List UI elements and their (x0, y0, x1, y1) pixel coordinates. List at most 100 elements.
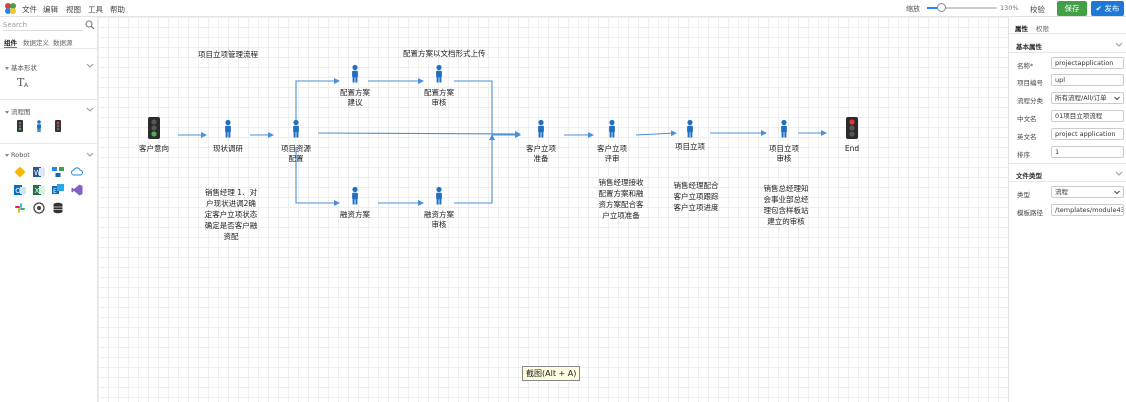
menu-file[interactable]: 文件 (22, 4, 37, 15)
chevron-down-icon[interactable] (86, 152, 94, 158)
chevron-down-icon[interactable] (1115, 42, 1123, 48)
search-icon[interactable] (85, 20, 95, 30)
divider (0, 143, 97, 144)
task-prep-person-icon[interactable] (538, 119, 544, 138)
task-approve-person-icon[interactable] (687, 119, 693, 138)
visual-studio-icon[interactable] (71, 184, 83, 196)
check-button[interactable]: 校验 (1030, 4, 1045, 15)
menu-tools[interactable]: 工具 (88, 4, 103, 15)
chevron-down-icon[interactable] (86, 63, 94, 69)
chevron-down-icon (1114, 96, 1120, 101)
svg-text:W: W (34, 169, 41, 177)
tab-data-source[interactable]: 数据源 (53, 37, 73, 47)
section-flowchart[interactable]: 流程图 (5, 106, 31, 116)
section-robot[interactable]: Robot (5, 151, 30, 159)
divider (0, 48, 97, 49)
node-label-prep: 客户立项 准备 (526, 144, 556, 163)
divider (1009, 52, 1126, 53)
zoom-slider[interactable] (927, 3, 997, 12)
save-button[interactable]: 保存 (1057, 1, 1087, 16)
save-button-label: 保存 (1064, 4, 1080, 13)
menu-edit[interactable]: 编辑 (43, 4, 58, 15)
code-field[interactable]: upl (1051, 74, 1124, 86)
divider (1009, 181, 1126, 182)
node-label-finance: 融资方案 (340, 210, 370, 219)
name-field[interactable]: projectapplication (1051, 57, 1124, 69)
tab-properties[interactable]: 属性 (1015, 23, 1028, 33)
end-node-traffic-light-red-icon[interactable] (846, 117, 858, 139)
connector[interactable] (295, 78, 340, 125)
connector[interactable] (454, 80, 521, 138)
database-icon[interactable] (52, 202, 64, 214)
divider (1009, 163, 1126, 164)
start-node-traffic-light-green-icon[interactable] (148, 117, 160, 139)
section-file-type[interactable]: 文件类型 (1016, 170, 1042, 180)
workflow-icon[interactable] (52, 166, 64, 178)
text-tool-icon[interactable]: T A (16, 75, 30, 89)
task-approve-review-person-icon[interactable] (781, 119, 787, 138)
section-basic-properties[interactable]: 基本属性 (1016, 41, 1042, 51)
type-value: 流程 (1055, 188, 1068, 196)
svg-text:A: A (24, 82, 29, 89)
outlook-icon[interactable]: O (14, 184, 26, 196)
publish-button-label: 发布 (1104, 4, 1120, 13)
node-label-evaluate: 客户立项 评审 (597, 144, 627, 163)
task-resource-person-icon[interactable] (293, 119, 299, 138)
template-field[interactable]: /templates/module43 (1051, 204, 1124, 216)
svg-text:E: E (53, 188, 57, 195)
tab-data-definition[interactable]: 数据定义 (23, 37, 49, 47)
search-input[interactable] (3, 19, 83, 31)
section-flowchart-label: 流程图 (11, 108, 31, 116)
task-evaluate-person-icon[interactable] (609, 119, 615, 138)
person-icon[interactable] (33, 120, 45, 132)
app-logo-icon (5, 3, 16, 14)
section-robot-label: Robot (11, 151, 30, 159)
upload-note: 配置方案以文档形式上传 (403, 49, 486, 58)
zoom-slider-thumb[interactable] (936, 3, 946, 12)
connector[interactable] (317, 130, 521, 137)
connector[interactable] (635, 130, 677, 137)
svg-text:X: X (35, 187, 40, 195)
chevron-down-icon[interactable] (1115, 171, 1123, 177)
slack-icon[interactable] (14, 202, 26, 214)
divider (1009, 33, 1126, 34)
task-config-suggest-person-icon[interactable] (352, 64, 358, 83)
type-label: 类型 (1017, 191, 1030, 199)
flow-canvas[interactable]: 项目立项管理流程 配置方案以文档形式上传 客户意向 现状调研 项目资源 配置 配… (98, 17, 1008, 402)
chevron-down-icon[interactable] (86, 107, 94, 113)
database-gear-icon[interactable] (33, 202, 45, 214)
node-label-config-suggest: 配置方案 建议 (340, 88, 370, 107)
node-label-end: End (844, 144, 860, 153)
category-select[interactable]: 所有流程/All/订单 (1051, 92, 1124, 104)
traffic-light-red-icon[interactable] (52, 120, 64, 132)
task-config-review-person-icon[interactable] (436, 64, 442, 83)
en-name-field[interactable]: project application (1051, 128, 1124, 140)
tab-components[interactable]: 组件 (4, 37, 17, 48)
tab-permissions[interactable]: 权限 (1036, 23, 1049, 33)
excel-icon[interactable]: X (33, 184, 45, 196)
code-label: 项目编号 (1017, 79, 1043, 87)
divider (0, 99, 97, 100)
menu-help[interactable]: 帮助 (110, 4, 125, 15)
menu-view[interactable]: 视图 (66, 4, 81, 15)
task-finance-review-person-icon[interactable] (436, 186, 442, 205)
publish-button[interactable]: ✔ 发布 (1091, 1, 1124, 16)
section-basic-shapes[interactable]: 基本形状 (5, 62, 37, 72)
component-panel: 组件 数据定义 数据源 基本形状 T A 流程图 Robot W O X E (0, 17, 98, 402)
diamond-icon[interactable] (14, 166, 26, 178)
task-research-person-icon[interactable] (225, 119, 231, 138)
order-field[interactable]: 1 (1051, 146, 1124, 158)
task-finance-person-icon[interactable] (352, 186, 358, 205)
word-icon[interactable]: W (33, 166, 45, 178)
flow-title: 项目立项管理流程 (198, 50, 258, 59)
note-general-manager: 销售总经理知 会事业部总经 理包含样板站 建立的审核 (763, 184, 809, 226)
type-select[interactable]: 流程 (1051, 186, 1124, 198)
traffic-light-green-icon[interactable] (14, 120, 26, 132)
node-label-approve: 项目立项 (675, 142, 705, 151)
top-toolbar: 文件 编辑 视图 工具 帮助 缩放 130% 校验 保存 ✔ 发布 (0, 0, 1126, 17)
cn-name-field[interactable]: 01项目立项流程 (1051, 110, 1124, 122)
note-sales-prep: 销售经理接收 配置方案和融 资方案配合客 户立项准备 (598, 178, 644, 220)
connector[interactable] (454, 134, 495, 204)
cloud-icon[interactable] (71, 166, 83, 178)
exchange-icon[interactable]: E (52, 184, 64, 196)
